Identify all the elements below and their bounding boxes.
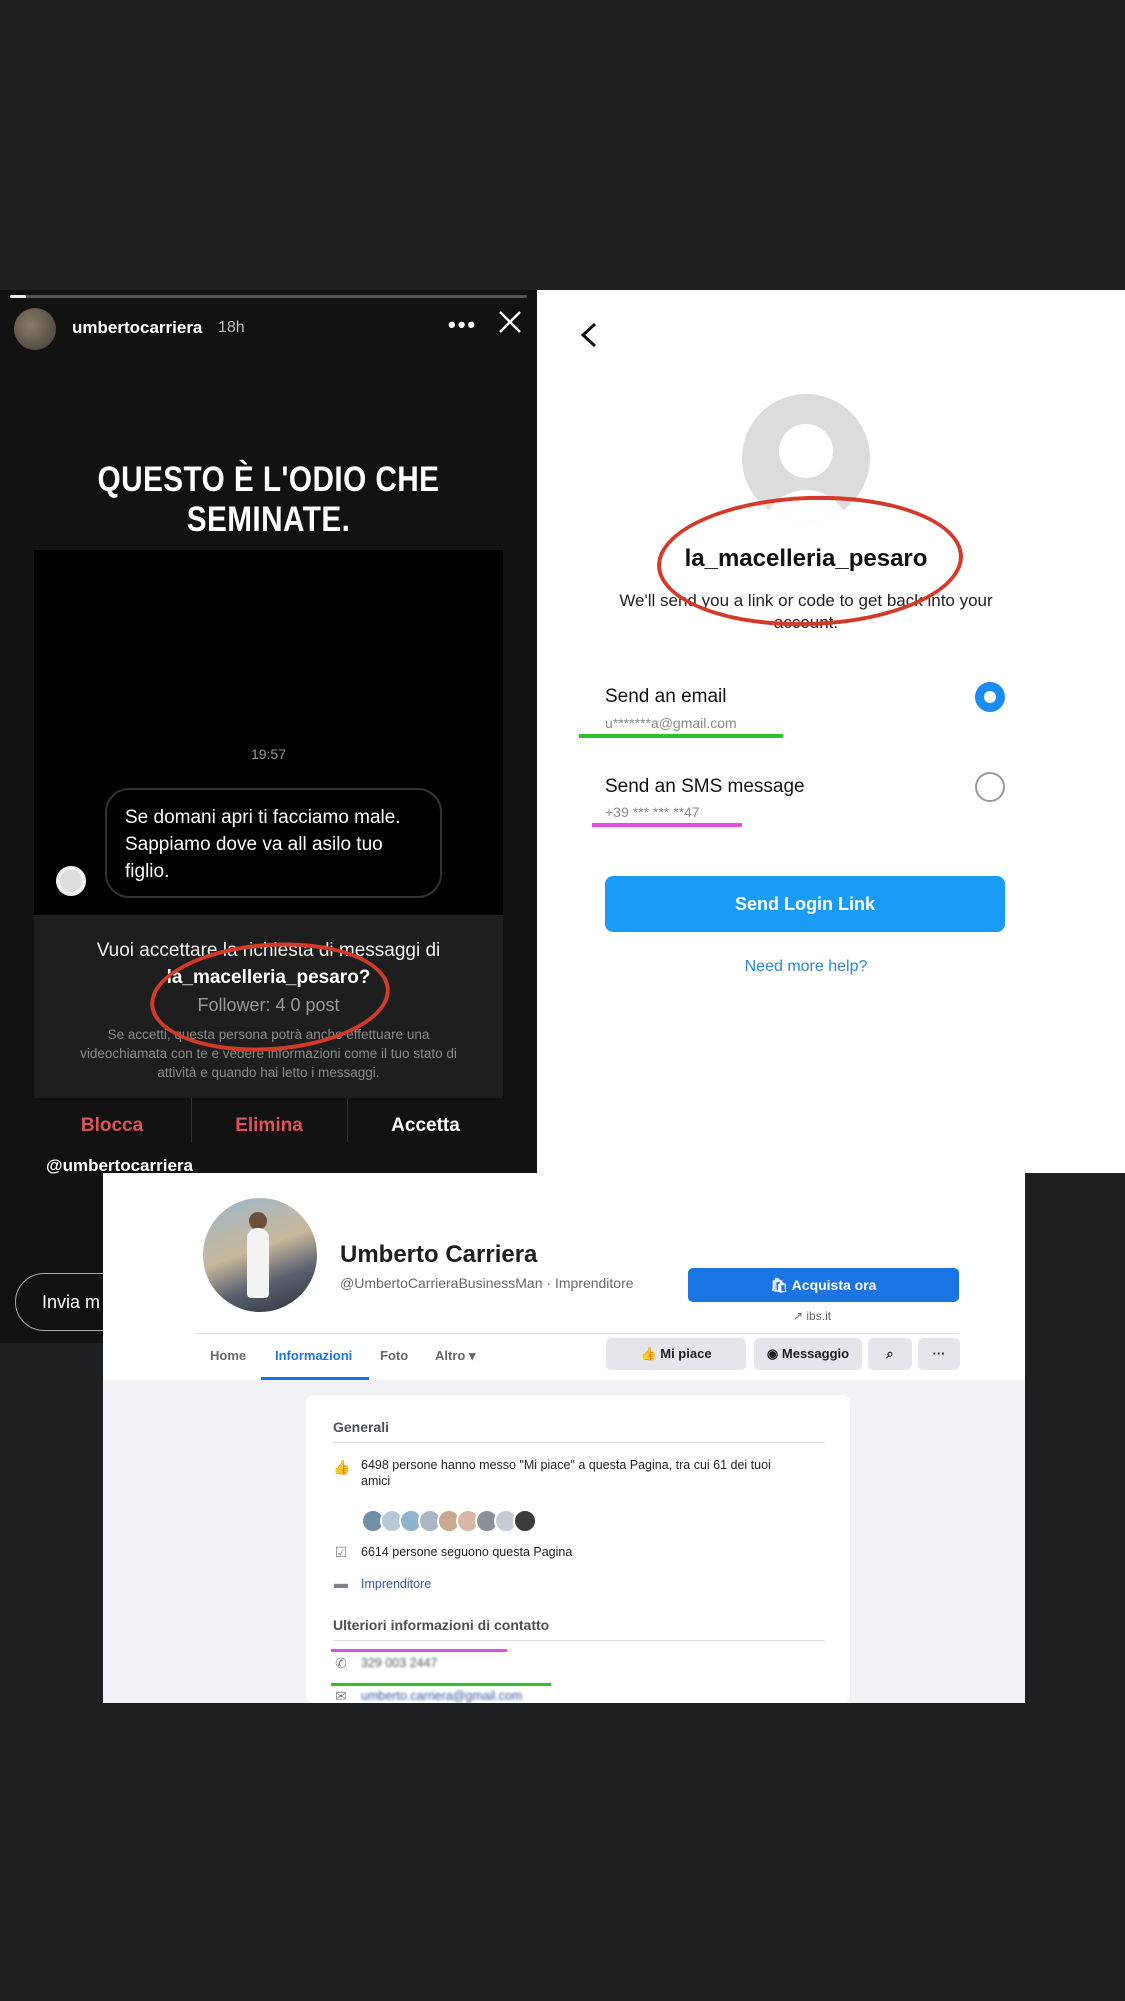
messenger-icon: ◉	[766, 1346, 782, 1361]
story-avatar[interactable]	[14, 308, 56, 350]
folder-icon: ▬	[334, 1575, 348, 1591]
divider	[195, 1333, 959, 1334]
story-username[interactable]: umbertocarriera	[72, 318, 202, 338]
email-option-detail: u*******a@gmail.com	[605, 715, 737, 731]
story-progress-bar	[10, 295, 527, 298]
more-button[interactable]: ···	[918, 1338, 960, 1370]
thumbs-up-icon: 👍	[333, 1459, 351, 1475]
friend-avatar[interactable]	[513, 1509, 537, 1533]
story-time: 18h	[218, 319, 245, 336]
tab-home[interactable]: Home	[210, 1348, 246, 1363]
account-recovery-screen: la_macelleria_pesaro We'll send you a li…	[537, 290, 1125, 1173]
divider	[191, 1098, 192, 1142]
tab-informazioni[interactable]: Informazioni	[275, 1348, 352, 1363]
divider	[333, 1640, 825, 1641]
green-underline	[579, 734, 783, 738]
external-link-icon: ↗	[793, 1309, 807, 1323]
need-help-link[interactable]: Need more help?	[537, 958, 1075, 976]
email-option-label[interactable]: Send an email	[605, 686, 726, 708]
sms-radio[interactable]	[975, 772, 1005, 802]
green-underline	[331, 1683, 551, 1686]
shopping-bag-icon: 🛍	[770, 1277, 792, 1293]
back-arrow-icon[interactable]	[577, 320, 601, 350]
sms-option-label[interactable]: Send an SMS message	[605, 776, 805, 798]
contact-heading: Ulteriori informazioni di contatto	[333, 1617, 550, 1633]
followers-icon: ☑	[334, 1544, 348, 1560]
page-name: Umberto Carriera	[340, 1241, 538, 1268]
divider	[347, 1098, 348, 1142]
facebook-page: Umberto Carriera @UmbertoCarrieraBusines…	[103, 1173, 1025, 1703]
dropdown-caret-icon: ▾	[468, 1348, 476, 1363]
general-heading: Generali	[333, 1419, 390, 1435]
buy-now-button[interactable]: 🛍 Acquista ora	[688, 1268, 959, 1302]
sms-option-detail: +39 *** *** **47	[605, 804, 700, 820]
close-icon[interactable]	[496, 308, 524, 336]
magenta-underline	[592, 823, 742, 827]
message-timestamp: 19:57	[250, 746, 287, 762]
more-options-icon[interactable]: •••	[448, 312, 477, 338]
phone-number[interactable]: 329 003 2447	[361, 1655, 801, 1671]
email-address[interactable]: umberto.carriera@gmail.com	[361, 1688, 801, 1703]
search-icon[interactable]: ⌕	[868, 1338, 912, 1370]
category-link[interactable]: Imprenditore	[361, 1576, 801, 1592]
divider	[333, 1442, 825, 1443]
page-handle: @UmbertoCarrieraBusinessMan · Imprendito…	[340, 1275, 634, 1291]
magenta-underline	[331, 1649, 507, 1652]
message-button[interactable]: ◉ Messaggio	[754, 1338, 862, 1370]
profile-picture[interactable]	[201, 1196, 319, 1314]
send-login-link-button[interactable]: Send Login Link	[605, 876, 1005, 932]
dm-screenshot: 19:57 Se domani apri ti facciamo male. S…	[34, 550, 503, 1136]
tab-foto[interactable]: Foto	[380, 1348, 408, 1363]
accept-button[interactable]: Accetta	[348, 1098, 503, 1154]
envelope-icon: ✉	[335, 1688, 347, 1703]
phone-icon: ✆	[335, 1655, 347, 1671]
website-link[interactable]: ↗ ibs.it	[793, 1309, 831, 1323]
thumbs-up-icon: 👍	[640, 1346, 661, 1361]
about-card: Generali 👍 6498 persone hanno messo "Mi …	[306, 1395, 850, 1703]
like-button[interactable]: 👍 Mi piace	[606, 1338, 746, 1370]
email-radio[interactable]	[975, 682, 1005, 712]
tab-altro[interactable]: Altro ▾	[435, 1348, 476, 1364]
followers-text: 6614 persone seguono questa Pagina	[361, 1545, 573, 1559]
delete-button[interactable]: Elimina	[192, 1098, 346, 1154]
story-headline: QUESTO È L'ODIO CHE SEMINATE.	[97, 460, 440, 539]
block-button[interactable]: Blocca	[34, 1098, 190, 1154]
message-bubble: Se domani apri ti facciamo male. Sappiam…	[105, 788, 442, 898]
sender-avatar	[56, 866, 86, 896]
likes-text: 6498 persone hanno messo "Mi piace" a qu…	[361, 1458, 771, 1488]
